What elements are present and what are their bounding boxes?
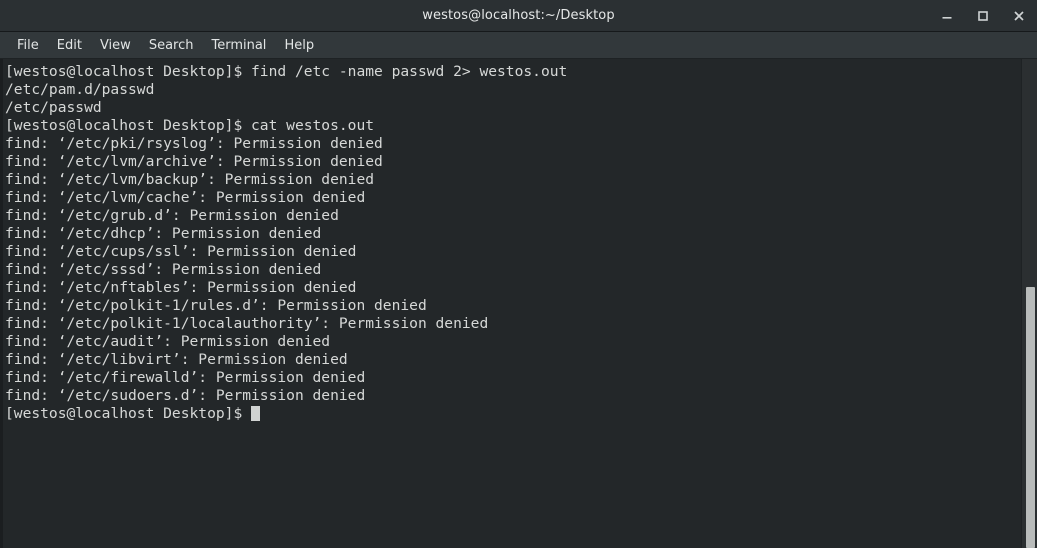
menu-item-file[interactable]: File (8, 35, 48, 56)
terminal-window: westos@localhost:~/Desktop File Edit Vie… (0, 0, 1037, 548)
terminal-line: find: ‘/etc/grub.d’: Permission denied (5, 207, 339, 224)
menu-item-edit[interactable]: Edit (48, 35, 91, 56)
scrollbar-thumb[interactable] (1026, 287, 1035, 548)
terminal-line: find: ‘/etc/audit’: Permission denied (5, 333, 331, 350)
vertical-scrollbar[interactable] (1021, 59, 1037, 548)
terminal-line: find: ‘/etc/lvm/archive’: Permission den… (5, 153, 383, 170)
terminal-line: find: ‘/etc/lvm/cache’: Permission denie… (5, 189, 366, 206)
terminal-area: [westos@localhost Desktop]$ find /etc -n… (0, 59, 1037, 548)
terminal-line: find: ‘/etc/libvirt’: Permission denied (5, 351, 348, 368)
terminal-line: /etc/pam.d/passwd (5, 81, 155, 98)
terminal-line: [westos@localhost Desktop]$ find /etc -n… (5, 63, 568, 80)
terminal-output[interactable]: [westos@localhost Desktop]$ find /etc -n… (3, 59, 1021, 548)
terminal-prompt-line: [westos@localhost Desktop]$ (5, 405, 1021, 423)
terminal-line: find: ‘/etc/polkit-1/localauthority’: Pe… (5, 315, 489, 332)
terminal-line: find: ‘/etc/pki/rsyslog’: Permission den… (5, 135, 383, 152)
menu-item-view[interactable]: View (91, 35, 140, 56)
terminal-line: /etc/passwd (5, 99, 102, 116)
menu-item-terminal[interactable]: Terminal (202, 35, 275, 56)
minimize-icon[interactable] (939, 8, 955, 24)
menu-bar: File Edit View Search Terminal Help (0, 32, 1037, 59)
terminal-line: find: ‘/etc/firewalld’: Permission denie… (5, 369, 366, 386)
terminal-line: find: ‘/etc/sssd’: Permission denied (5, 261, 322, 278)
menu-item-search[interactable]: Search (140, 35, 203, 56)
terminal-line: find: ‘/etc/dhcp’: Permission denied (5, 225, 322, 242)
window-title: westos@localhost:~/Desktop (422, 8, 615, 23)
terminal-line: [westos@localhost Desktop]$ cat westos.o… (5, 117, 375, 134)
terminal-line: find: ‘/etc/cups/ssl’: Permission denied (5, 243, 357, 260)
menu-item-help[interactable]: Help (275, 35, 323, 56)
window-controls (939, 0, 1027, 32)
shell-prompt: [westos@localhost Desktop]$ (5, 405, 252, 422)
text-cursor (251, 406, 261, 421)
close-icon[interactable] (1011, 8, 1027, 24)
terminal-line: find: ‘/etc/nftables’: Permission denied (5, 279, 357, 296)
terminal-line: find: ‘/etc/sudoers.d’: Permission denie… (5, 387, 366, 404)
maximize-icon[interactable] (975, 8, 991, 24)
title-bar[interactable]: westos@localhost:~/Desktop (0, 0, 1037, 32)
terminal-line: find: ‘/etc/lvm/backup’: Permission deni… (5, 171, 375, 188)
terminal-line: find: ‘/etc/polkit-1/rules.d’: Permissio… (5, 297, 427, 314)
